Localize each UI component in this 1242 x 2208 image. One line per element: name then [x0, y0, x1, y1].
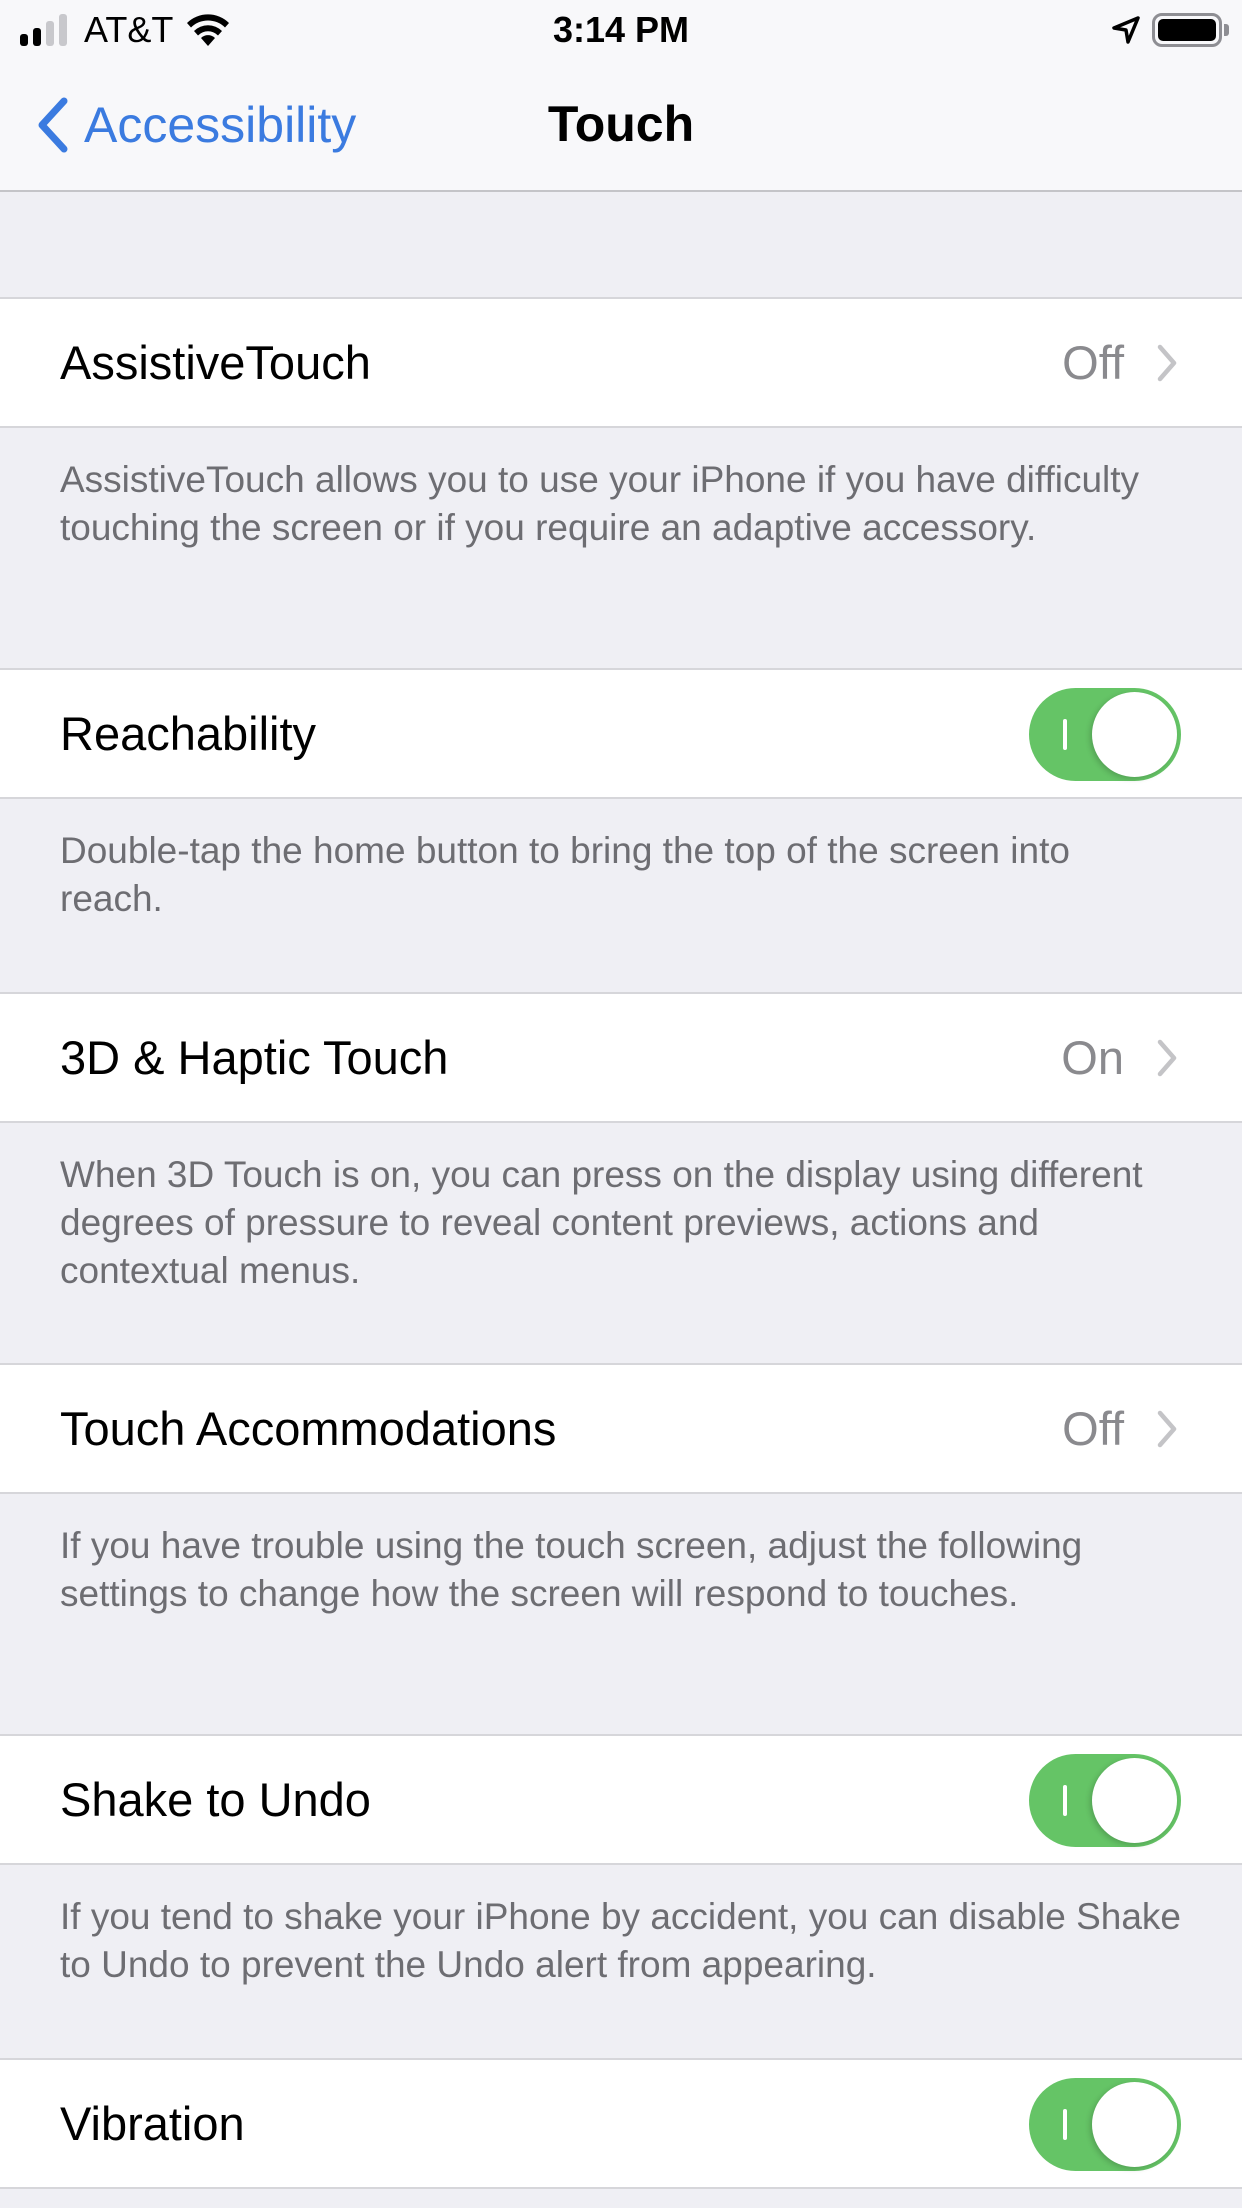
location-arrow-icon [1112, 16, 1140, 44]
toggle-knob [1092, 692, 1177, 777]
cell-label: Shake to Undo [60, 1772, 371, 1826]
toggle-on-label [1063, 1785, 1067, 1816]
cell-label: AssistiveTouch [60, 335, 371, 389]
3d-haptic-touch-row[interactable]: 3D & Haptic Touch On [0, 992, 1242, 1123]
section-footer: If you tend to shake your iPhone by acci… [60, 1896, 1182, 1985]
battery-icon [1152, 13, 1222, 47]
page-title: Touch [547, 96, 695, 152]
shake-to-undo-row: Shake to Undo [0, 1734, 1242, 1865]
cell-label: 3D & Haptic Touch [60, 1030, 449, 1084]
section-footer: AssistiveTouch allows you to use your iP… [60, 459, 1140, 548]
vibration-row: Vibration [0, 2058, 1242, 2189]
cell-label: Touch Accommodations [60, 1401, 557, 1455]
vibration-toggle[interactable] [1029, 2078, 1181, 2171]
battery-level [1158, 19, 1216, 41]
touch-accommodations-row[interactable]: Touch Accommodations Off [0, 1363, 1242, 1494]
cell-label: Vibration [60, 2096, 245, 2150]
navigation-bar: Accessibility Touch [0, 62, 1242, 192]
section-footer: When 3D Touch is on, you can press on th… [60, 1154, 1143, 1291]
cell-value: On [1061, 1030, 1124, 1084]
reachability-row: Reachability [0, 668, 1242, 799]
status-bar: AT&T 3:14 PM [0, 0, 1242, 62]
toggle-knob [1092, 2082, 1177, 2167]
cell-label: Reachability [60, 706, 317, 760]
section-footer: If you have trouble using the touch scre… [60, 1525, 1083, 1614]
reachability-toggle[interactable] [1029, 688, 1181, 781]
chevron-right-icon [1157, 1410, 1177, 1447]
toggle-on-label [1063, 719, 1067, 750]
chevron-right-icon [1157, 1039, 1177, 1076]
cell-value: Off [1062, 335, 1124, 389]
cell-value: Off [1062, 1401, 1124, 1455]
toggle-knob [1092, 1758, 1177, 1843]
settings-list: AssistiveTouch Off AssistiveTouch allows… [0, 192, 1242, 2189]
status-time: 3:14 PM [552, 9, 690, 50]
battery-cap [1224, 24, 1229, 36]
assistivetouch-row[interactable]: AssistiveTouch Off [0, 297, 1242, 428]
shake-to-undo-toggle[interactable] [1029, 1754, 1181, 1847]
section-footer: Double-tap the home button to bring the … [60, 830, 1070, 919]
toggle-on-label [1063, 2109, 1067, 2140]
chevron-right-icon [1157, 344, 1177, 381]
